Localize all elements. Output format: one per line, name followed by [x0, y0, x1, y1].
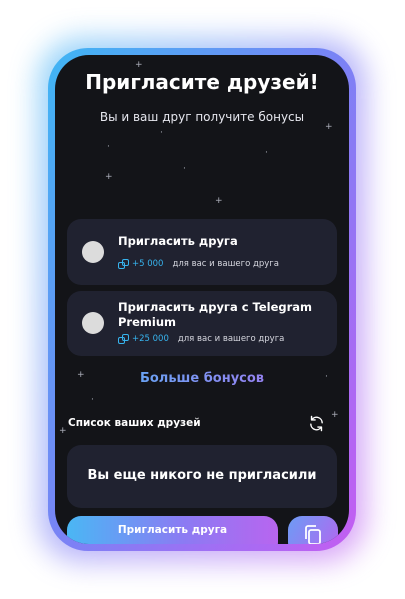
reward-description: для вас и вашего друга	[172, 259, 279, 269]
empty-state-text: Вы еще никого не пригласили	[87, 468, 317, 483]
friends-empty-state: Вы еще никого не пригласили	[67, 445, 337, 508]
friends-list-label: Список ваших друзей	[68, 417, 201, 429]
coin-stack-icon	[118, 259, 129, 269]
star-decoration: +	[215, 196, 223, 206]
refresh-icon[interactable]	[308, 415, 325, 432]
star-decoration: +	[105, 172, 113, 182]
card-title: Пригласить друга с Telegram Premium	[118, 300, 313, 329]
coin-stack-icon	[118, 334, 129, 344]
star-decoration: ·	[183, 164, 186, 174]
more-bonuses-link[interactable]: Больше бонусов	[55, 371, 349, 386]
reward-description: для вас и вашего друга	[177, 334, 285, 344]
reward-amount: +25 000	[132, 334, 169, 344]
invite-friend-card[interactable]: Пригласить друга +5 000 для вас и вашего…	[67, 219, 337, 285]
avatar	[82, 312, 104, 334]
copy-link-button[interactable]	[288, 516, 338, 544]
invite-premium-friend-card[interactable]: Пригласить друга с Telegram Premium +25 …	[67, 291, 337, 356]
star-decoration: +	[331, 410, 339, 420]
star-decoration: ·	[160, 128, 163, 138]
star-decoration: +	[325, 122, 333, 132]
star-decoration: ·	[107, 142, 110, 152]
star-decoration: +	[59, 426, 67, 436]
reward-row: +5 000 для вас и вашего друга	[118, 259, 279, 269]
star-decoration: ·	[265, 148, 268, 158]
app-root: + · · + · · · + + + + · + + · Пригласите…	[0, 0, 405, 599]
invite-friend-button[interactable]: Пригласить друга	[67, 516, 278, 544]
reward-amount: +5 000	[132, 259, 164, 269]
star-decoration: +	[135, 60, 143, 70]
star-decoration: ·	[91, 395, 94, 405]
avatar	[82, 241, 104, 263]
reward-row: +25 000 для вас и вашего друга	[118, 334, 284, 344]
page-subtitle: Вы и ваш друг получите бонусы	[99, 110, 305, 124]
copy-icon	[305, 525, 321, 544]
page-title: Пригласите друзей!	[85, 70, 319, 94]
app-screen: + · · + · · · + + + + · + + · Пригласите…	[55, 55, 349, 544]
card-title: Пригласить друга	[118, 234, 238, 248]
